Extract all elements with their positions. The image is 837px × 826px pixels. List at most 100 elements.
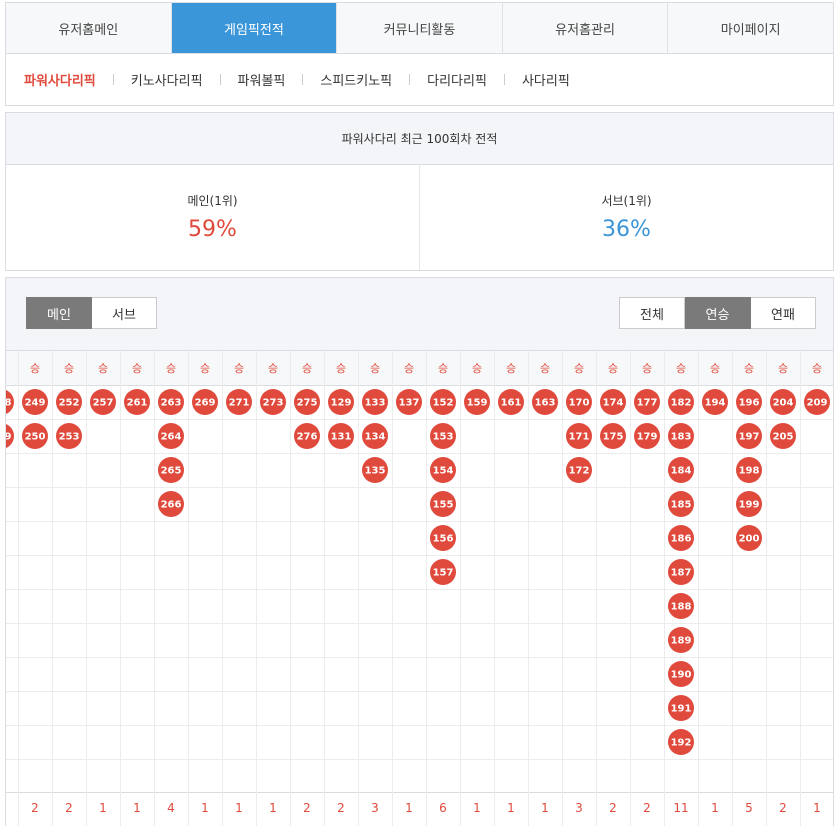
round-number-label: 185 xyxy=(671,500,692,511)
subtab-keno-ladder[interactable]: 키노사다리픽 xyxy=(131,70,203,89)
streak-board: 메인 서브 전체 연승 연패 승248249승2492502승2522532승2… xyxy=(5,277,834,826)
grid-footer-band xyxy=(6,792,833,826)
streak-count-label: 1 xyxy=(813,801,821,815)
round-number-label: 152 xyxy=(433,398,454,409)
filter-all-button[interactable]: 전체 xyxy=(619,297,685,329)
streak-header-label: 승 xyxy=(132,362,142,375)
round-number-label: 175 xyxy=(603,432,624,443)
round-number-label: 205 xyxy=(773,432,794,443)
round-number-label: 129 xyxy=(331,398,352,409)
streak-count-label: 1 xyxy=(405,801,413,815)
round-number-label: 198 xyxy=(739,466,760,477)
round-number-label: 155 xyxy=(433,500,454,511)
round-number-label: 249 xyxy=(6,432,11,443)
summary-main-value: 59% xyxy=(188,217,237,242)
streak-count-label: 3 xyxy=(371,801,379,815)
summary-main-label: 메인(1위) xyxy=(187,194,238,208)
subtab-power-ladder[interactable]: 파워사다리픽 xyxy=(24,70,96,89)
summary-title: 파워사다리 최근 100회차 전적 xyxy=(5,112,834,165)
streak-count-label: 2 xyxy=(609,801,617,815)
round-number-label: 263 xyxy=(161,398,182,409)
round-number-label: 154 xyxy=(433,466,454,477)
tab-my-page[interactable]: 마이페이지 xyxy=(668,3,833,53)
round-number-label: 137 xyxy=(399,398,420,409)
streak-header-label: 승 xyxy=(200,362,210,375)
round-number-label: 275 xyxy=(297,398,318,409)
round-number-label: 276 xyxy=(297,432,318,443)
streak-count-label: 2 xyxy=(303,801,311,815)
round-number-label: 179 xyxy=(637,432,658,443)
subtab-ladder[interactable]: 사다리픽 xyxy=(522,70,570,89)
sub-nav-divider xyxy=(219,74,221,85)
sub-nav-divider xyxy=(302,74,304,85)
streak-header-label: 승 xyxy=(234,362,244,375)
streak-header-label: 승 xyxy=(472,362,482,375)
round-number-label: 197 xyxy=(739,432,760,443)
subtab-speed-keno[interactable]: 스피드키노픽 xyxy=(320,70,392,89)
round-number-label: 190 xyxy=(671,670,692,681)
round-number-label: 189 xyxy=(671,636,692,647)
streak-header-label: 승 xyxy=(676,362,686,375)
streak-count-label: 1 xyxy=(541,801,549,815)
round-number-label: 184 xyxy=(671,466,692,477)
summary-sub-label: 서브(1위) xyxy=(601,194,652,208)
streak-header-label: 승 xyxy=(268,362,278,375)
streak-header-label: 승 xyxy=(710,362,720,375)
streak-count-label: 2 xyxy=(779,801,787,815)
round-number-label: 156 xyxy=(433,534,454,545)
round-number-label: 174 xyxy=(603,398,624,409)
round-number-label: 131 xyxy=(331,432,352,443)
tab-community-activity[interactable]: 커뮤니티활동 xyxy=(337,3,503,53)
streak-count-label: 1 xyxy=(269,801,277,815)
round-number-label: 192 xyxy=(671,738,692,749)
round-number-label: 134 xyxy=(365,432,386,443)
round-number-label: 171 xyxy=(569,432,590,443)
streak-header-label: 승 xyxy=(166,362,176,375)
streak-count-label: 1 xyxy=(201,801,209,815)
streak-count-label: 1 xyxy=(99,801,107,815)
tab-game-pick-record[interactable]: 게임픽전적 xyxy=(171,3,338,53)
sub-toggle-button[interactable]: 서브 xyxy=(92,297,157,329)
filter-win-streak-button[interactable]: 연승 xyxy=(685,297,751,329)
round-number-label: 172 xyxy=(569,466,590,477)
summary-panel: 메인(1위) 59% 서브(1위) 36% xyxy=(5,164,834,271)
filter-lose-streak-button[interactable]: 연패 xyxy=(751,297,816,329)
streak-header-label: 승 xyxy=(30,362,40,375)
round-number-label: 209 xyxy=(807,398,828,409)
round-number-label: 204 xyxy=(773,398,794,409)
streak-count-label: 3 xyxy=(575,801,583,815)
round-number-label: 250 xyxy=(25,432,46,443)
round-number-label: 183 xyxy=(671,432,692,443)
streak-header-label: 승 xyxy=(404,362,414,375)
round-number-label: 161 xyxy=(501,398,522,409)
round-number-label: 170 xyxy=(569,398,590,409)
round-number-label: 261 xyxy=(127,398,148,409)
summary-sub: 서브(1위) 36% xyxy=(420,164,833,270)
subtab-dari-dari[interactable]: 다리다리픽 xyxy=(427,70,487,89)
subtab-powerball[interactable]: 파워볼픽 xyxy=(238,70,286,89)
round-number-label: 266 xyxy=(161,500,182,511)
round-number-label: 163 xyxy=(535,398,556,409)
round-number-label: 153 xyxy=(433,432,454,443)
round-number-label: 273 xyxy=(263,398,284,409)
filter-toggle: 전체 연승 연패 xyxy=(619,297,816,329)
round-number-label: 157 xyxy=(433,568,454,579)
streak-header-label: 승 xyxy=(506,362,516,375)
main-toggle-button[interactable]: 메인 xyxy=(26,297,92,329)
streak-count-label: 1 xyxy=(235,801,243,815)
streak-count-label: 6 xyxy=(439,801,447,815)
round-number-label: 177 xyxy=(637,398,658,409)
tab-user-home[interactable]: 유저홈메인 xyxy=(6,3,172,53)
tab-user-home-settings[interactable]: 유저홈관리 xyxy=(503,3,669,53)
main-sub-toggle: 메인 서브 xyxy=(26,297,157,329)
round-number-label: 196 xyxy=(739,398,760,409)
streak-header-label: 승 xyxy=(812,362,822,375)
round-number-label: 200 xyxy=(739,534,760,545)
streak-count-label: 2 xyxy=(643,801,651,815)
round-number-label: 248 xyxy=(6,398,11,409)
streak-header-label: 승 xyxy=(336,362,346,375)
sub-nav-divider xyxy=(112,74,114,85)
streak-grid-svg: 승248249승2492502승2522532승2571승2611승263264… xyxy=(6,351,833,826)
streak-header-label: 승 xyxy=(642,362,652,375)
round-number-label: 186 xyxy=(671,534,692,545)
